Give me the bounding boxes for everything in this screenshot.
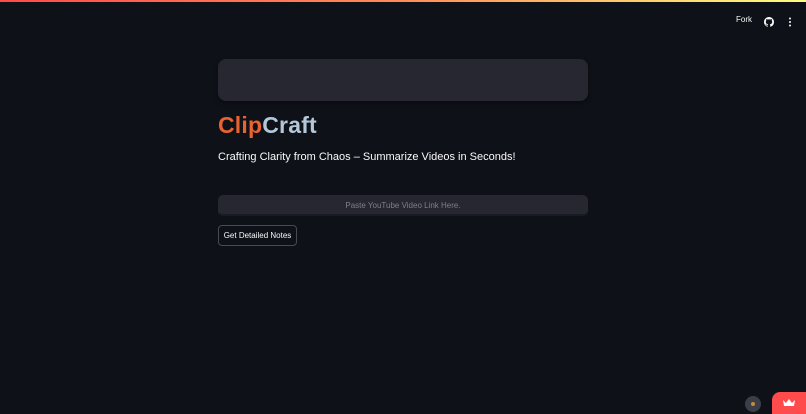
tagline: Crafting Clarity from Chaos – Summarize … bbox=[218, 151, 516, 163]
app-page: Fork ClipCraft Crafting Clarity from Cha… bbox=[0, 0, 806, 414]
running-status-icon[interactable] bbox=[745, 396, 761, 412]
header-toolbar: Fork bbox=[736, 12, 794, 27]
fork-button[interactable]: Fork bbox=[736, 15, 752, 24]
url-input-container bbox=[218, 195, 588, 216]
github-icon[interactable] bbox=[764, 14, 774, 27]
crown-icon[interactable] bbox=[772, 392, 806, 414]
status-indicator bbox=[751, 402, 755, 406]
youtube-url-input[interactable] bbox=[218, 196, 588, 215]
app-title-clip: Clip bbox=[218, 112, 263, 138]
app-title: ClipCraft bbox=[218, 110, 317, 140]
app-title-craft: Craft bbox=[262, 112, 317, 138]
top-decoration-bar bbox=[0, 0, 806, 2]
kebab-menu-icon[interactable] bbox=[786, 14, 794, 27]
hero-banner bbox=[218, 59, 588, 101]
get-detailed-notes-button[interactable]: Get Detailed Notes bbox=[218, 225, 297, 246]
